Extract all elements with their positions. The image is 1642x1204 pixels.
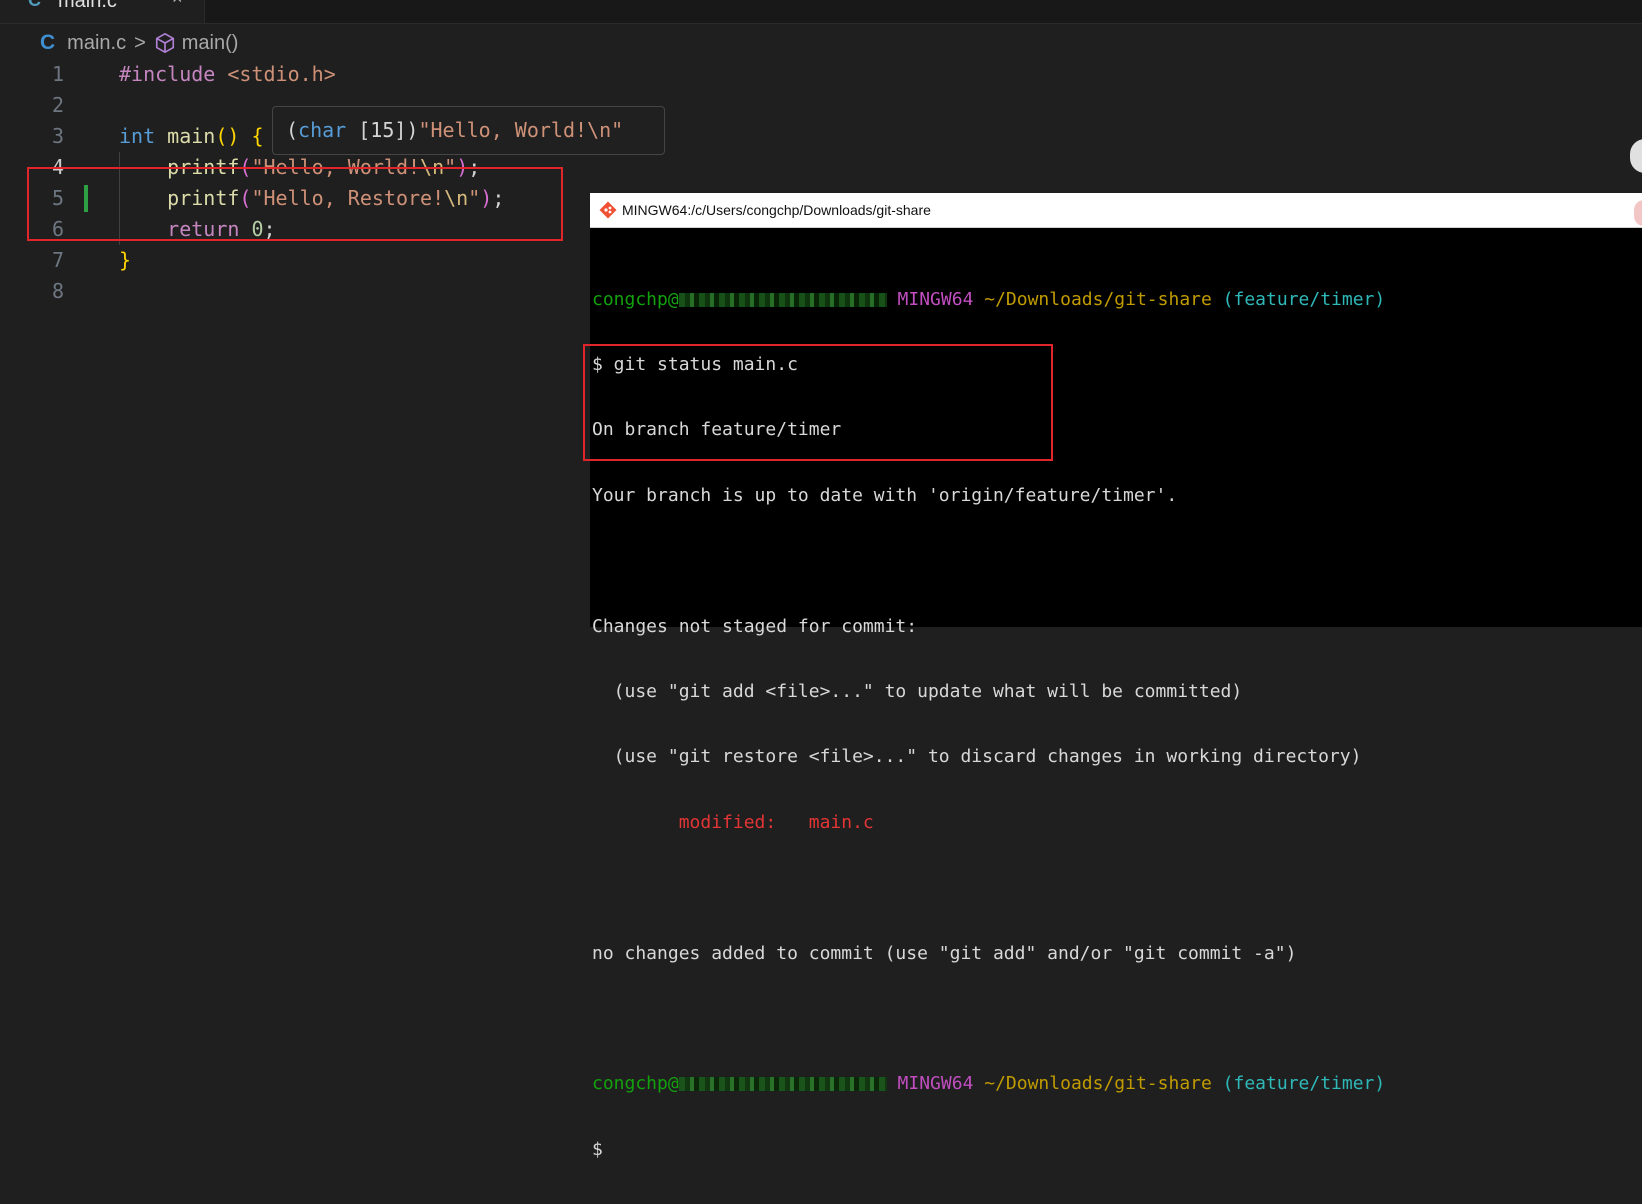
code-line[interactable]: 8 [0,276,600,307]
hover-value: "Hello, World!\n" [418,118,624,142]
scroll-handle[interactable] [1630,139,1642,173]
window-control[interactable] [1634,200,1642,226]
breadcrumb-symbol[interactable]: main() [182,32,239,55]
redacted-hostname [678,292,887,307]
output-line: Your branch is up to date with 'origin/f… [592,484,1178,506]
close-brace: } [119,248,132,272]
prompt-branch: (feature/timer) [1222,1073,1386,1095]
function-name: main [167,124,216,148]
code-line[interactable]: 7 } [0,245,600,276]
tab-main-c[interactable]: C main.c × [0,0,205,23]
line-number: 8 [51,279,65,303]
hover-open-paren: ( [286,118,299,142]
terminal-titlebar[interactable]: MINGW64:/c/Users/congchp/Downloads/git-s… [590,193,1642,228]
modified-label: modified: [592,811,809,833]
terminal-title: MINGW64:/c/Users/congchp/Downloads/git-s… [622,202,931,218]
close-icon[interactable]: × [172,0,183,9]
cube-icon [155,33,174,53]
open-brace: { [251,124,264,148]
prompt-user: congchp@ [592,288,679,310]
editor-tab-bar: C main.c × [0,0,1642,24]
prompt-env: MINGW64 [897,288,974,310]
tab-label: main.c [58,0,117,12]
parens: () [215,124,240,148]
hover-type: char [298,118,347,142]
hover-size: [15]) [346,118,419,142]
breadcrumb-file[interactable]: main.c [67,32,126,55]
prompt-user: congchp@ [592,1073,679,1095]
code-line[interactable]: 1 #include <stdio.h> [0,59,600,90]
line-number: 7 [51,248,65,272]
modified-file: main.c [808,811,874,833]
line-number: 3 [51,124,65,148]
c-file-icon: C [28,0,41,10]
terminal-highlight-box [583,344,1053,461]
output-line: no changes added to commit (use "git add… [592,942,1297,964]
redacted-hostname [678,1077,887,1092]
type-keyword: int [119,124,156,148]
modified-line: modified: main.c [592,812,1385,834]
c-file-icon: C [40,31,56,54]
prompt-env: MINGW64 [897,1073,974,1095]
prompt-path: ~/Downloads/git-share [984,1073,1212,1095]
output-line: (use "git restore <file>..." to discard … [592,746,1362,768]
breadcrumb: C main.c > main() [40,30,238,56]
line-number: 2 [51,93,65,117]
prompt-line: congchp@ MINGW64 ~/Downloads/git-share (… [592,1073,1385,1095]
git-bash-icon [599,201,617,219]
output-line: (use "git add <file>..." to update what … [592,680,1243,702]
output-line: Changes not staged for commit: [592,615,918,637]
line-number: 1 [51,62,65,86]
editor-highlight-box [27,167,563,241]
chevron-right-icon: > [134,31,146,54]
include-directive: #include [119,62,216,86]
include-header: <stdio.h> [215,62,336,86]
prompt-line: congchp@ MINGW64 ~/Downloads/git-share (… [592,289,1385,311]
prompt-path: ~/Downloads/git-share [984,288,1212,310]
input-prompt[interactable]: $ [592,1139,1385,1161]
hover-tooltip: (char [15])"Hello, World!\n" [272,106,665,155]
prompt-branch: (feature/timer) [1222,288,1386,310]
